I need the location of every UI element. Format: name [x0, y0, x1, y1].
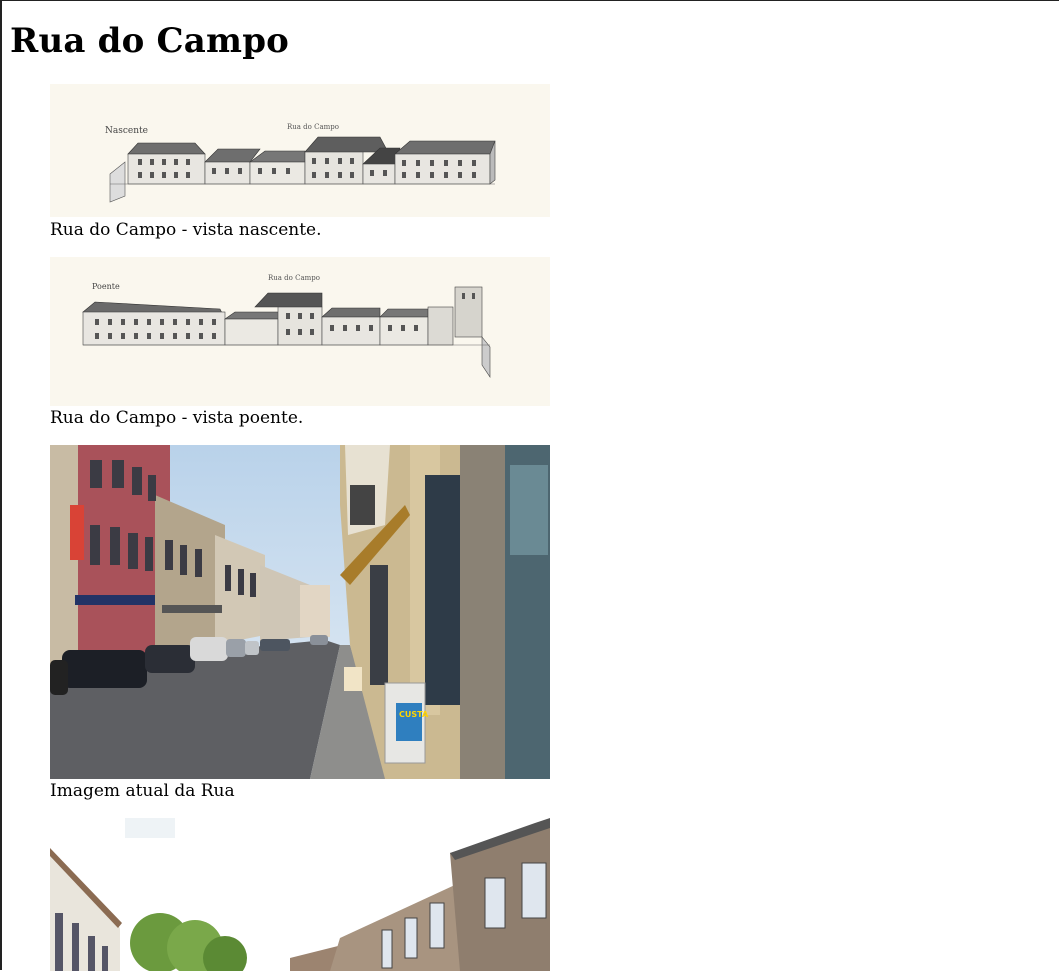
caption-poente: Rua do Campo - vista poente. — [50, 408, 304, 428]
drawing-poente: Poente Rua do Campo — [50, 257, 550, 406]
label-rua-campo-2: Rua do Campo — [268, 274, 320, 282]
label-nascente: Nascente — [105, 126, 148, 136]
drawing-nascente: Nascente Rua do Campo — [50, 84, 550, 217]
label-rua-campo-1: Rua do Campo — [287, 123, 339, 131]
photo-street-2 — [50, 818, 550, 971]
page-title: Rua do Campo — [10, 21, 290, 61]
photo-current-street: CUSTA — [50, 445, 550, 779]
label-poente: Poente — [92, 282, 120, 291]
caption-atual: Imagem atual da Rua — [50, 781, 235, 801]
caption-nascente: Rua do Campo - vista nascente. — [50, 220, 322, 240]
sign-custa: CUSTA — [399, 710, 429, 719]
